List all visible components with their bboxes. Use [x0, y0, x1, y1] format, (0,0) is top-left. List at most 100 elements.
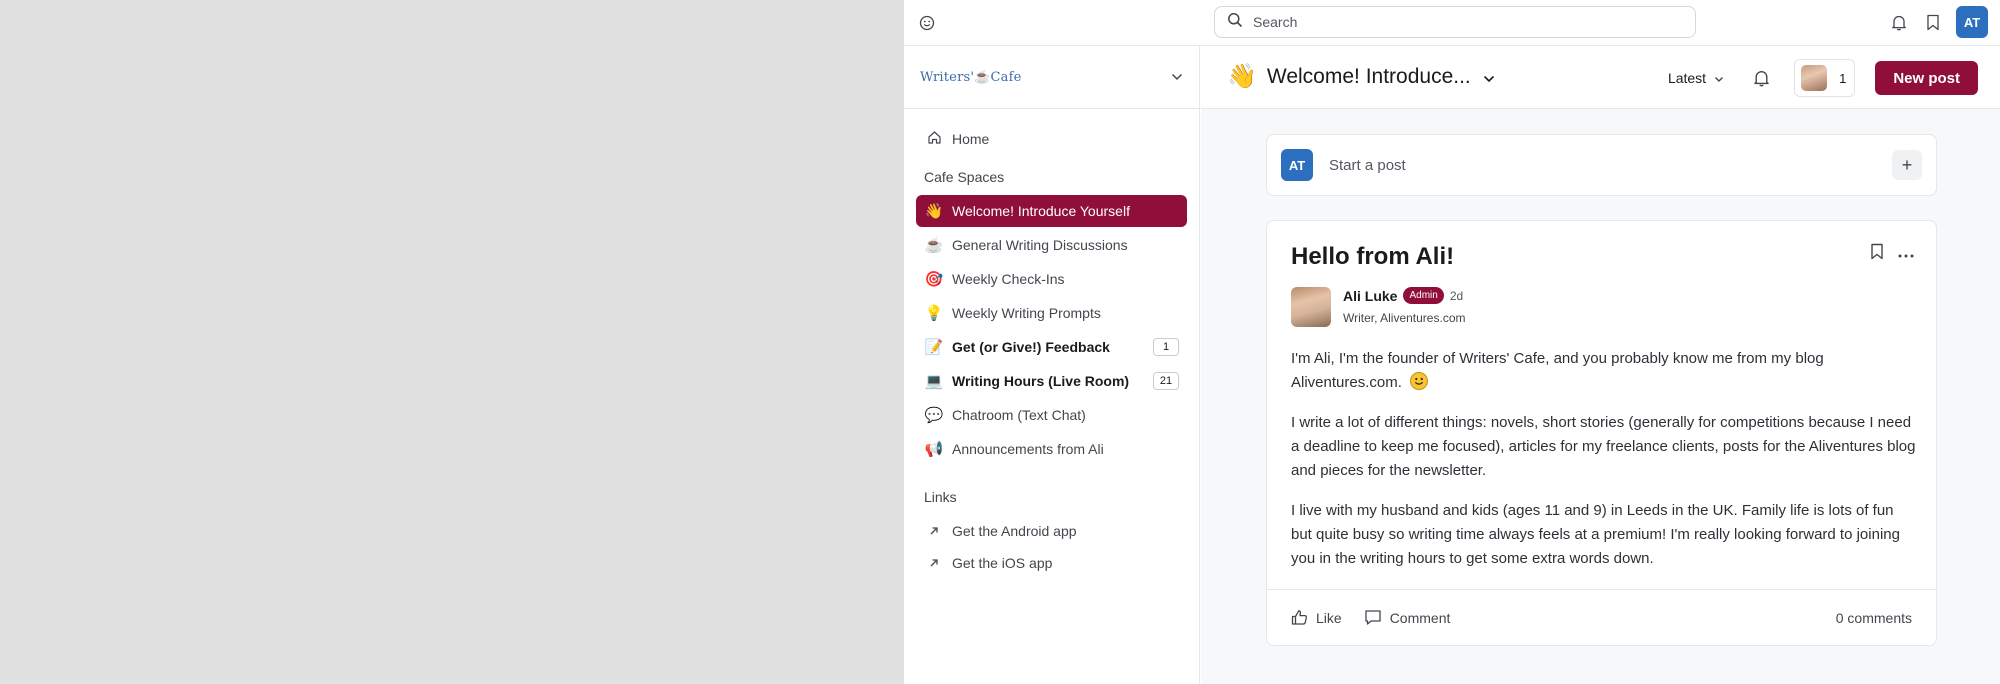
space-emoji-icon: ☕ [924, 237, 944, 254]
composer-placeholder[interactable]: Start a post [1329, 157, 1406, 174]
sidebar-link[interactable]: Get the iOS app [916, 547, 1187, 579]
sidebar-link-label: Get the iOS app [952, 555, 1053, 571]
space-title-dropdown[interactable]: 👋 Welcome! Introduce... [1227, 62, 1495, 91]
comment-button[interactable]: Comment [1364, 609, 1450, 626]
sidebar-link-label: Get the Android app [952, 523, 1077, 539]
sort-dropdown[interactable]: Latest [1668, 70, 1724, 86]
sidebar-item-space[interactable]: 📢 Announcements from Ali [916, 433, 1187, 465]
author-meta: Ali Luke Admin 2d Writer, Aliventures.co… [1343, 287, 1465, 327]
chevron-down-icon [1714, 70, 1724, 86]
sidebar-item-space[interactable]: ☕ General Writing Discussions [916, 229, 1187, 261]
section-title-spaces: Cafe Spaces [924, 169, 1005, 185]
space-emoji-icon: 📢 [924, 441, 944, 458]
space-emoji-icon: 👋 [924, 203, 944, 220]
space-emoji-icon: 💻 [924, 373, 944, 390]
external-link-arrow-icon [924, 556, 944, 571]
space-emoji-icon: 💬 [924, 407, 944, 424]
app-window: AT Writers'☕Cafe Home Cafe Spaces 👋Welco… [904, 0, 2000, 684]
top-bar-actions: AT [1888, 6, 1988, 38]
post-body: I'm Ali, I'm the founder of Writers' Caf… [1291, 347, 1917, 587]
plus-icon[interactable]: + [1892, 150, 1922, 180]
sidebar-item-label: General Writing Discussions [952, 237, 1128, 253]
bookmark-icon[interactable] [1922, 11, 1944, 33]
post-paragraph: I'm Ali, I'm the founder of Writers' Caf… [1291, 347, 1917, 395]
space-title: Welcome! Introduce... [1266, 64, 1471, 88]
chevron-down-icon [1483, 65, 1495, 89]
new-post-button[interactable]: New post [1875, 61, 1978, 95]
sidebar-item-space[interactable]: 👋 Welcome! Introduce Yourself [916, 195, 1187, 227]
post-timestamp: 2d [1449, 288, 1464, 303]
post-paragraph: I live with my husband and kids (ages 11… [1291, 502, 1900, 567]
search-icon [1227, 12, 1243, 33]
post-paragraph-text: I'm Ali, I'm the founder of Writers' Caf… [1291, 350, 1824, 391]
space-emoji-icon: 🎯 [924, 271, 944, 288]
sidebar-item-space[interactable]: 💬 Chatroom (Text Chat) [916, 399, 1187, 431]
spaces-list: 👋 Welcome! Introduce Yourself ☕ General Wri… [916, 195, 1187, 465]
post-actions [1870, 243, 1914, 265]
chevron-down-icon[interactable] [1171, 68, 1183, 86]
sidebar-nav: Home Cafe Spaces 👋 Welcome! Introduce You… [904, 109, 1199, 579]
like-label: Like [1316, 609, 1342, 626]
sidebar-item-space[interactable]: 📝 Get (or Give!) Feedback 1 [916, 331, 1187, 363]
sidebar-item-label: Home [952, 131, 990, 147]
bell-icon[interactable] [1888, 11, 1910, 33]
space-header-actions: Latest 1 New post [1668, 59, 1978, 97]
waving-hand-icon: 👋 [1227, 63, 1257, 90]
sidebar: Writers'☕Cafe Home Cafe Spaces 👋 Welcome!… [904, 46, 1200, 684]
notification-bell-icon[interactable] [1750, 67, 1772, 89]
logo-text-right: Cafe [990, 69, 1022, 85]
smiley-icon[interactable] [916, 12, 938, 34]
search-input[interactable] [1253, 14, 1673, 30]
author-name[interactable]: Ali Luke [1343, 288, 1397, 304]
user-avatar[interactable]: AT [1956, 6, 1988, 38]
sidebar-link[interactable]: Get the Android app [916, 515, 1187, 547]
post-paragraph: I write a lot of different things: novel… [1291, 414, 1916, 479]
comment-icon [1365, 610, 1381, 625]
post-composer[interactable]: AT Start a post + [1266, 134, 1937, 196]
sidebar-item-label: Announcements from Ali [952, 441, 1104, 457]
community-switcher[interactable]: Writers'☕Cafe [904, 46, 1199, 109]
logo-text-left: Writers' [920, 69, 975, 85]
composer-avatar: AT [1281, 149, 1313, 181]
sidebar-item-label: Get (or Give!) Feedback [952, 339, 1110, 355]
main-content: 👋 Welcome! Introduce... Latest 1 New pos… [1201, 46, 2000, 684]
smiley-emoji-icon [1410, 372, 1429, 390]
sidebar-item-label: Weekly Check-Ins [952, 271, 1065, 287]
home-icon [924, 130, 944, 149]
more-options-icon[interactable] [1898, 245, 1914, 263]
thumbs-up-icon [1291, 610, 1307, 625]
sidebar-item-space[interactable]: 🎯 Weekly Check-Ins [916, 263, 1187, 295]
top-bar: AT [904, 0, 2000, 46]
sidebar-item-label: Writing Hours (Live Room) [952, 373, 1130, 389]
cup-icon: ☕ [974, 69, 991, 85]
post-footer: Like Comment 0 comments [1267, 589, 1936, 645]
section-title-links: Links [924, 489, 957, 505]
member-count: 1 [1839, 70, 1847, 86]
members-button[interactable]: 1 [1794, 59, 1856, 97]
comments-count[interactable]: 0 comments [1836, 610, 1912, 626]
sidebar-item-label: Welcome! Introduce Yourself [952, 203, 1130, 219]
author-avatar[interactable] [1291, 287, 1331, 327]
sidebar-item-label: Chatroom (Text Chat) [952, 407, 1086, 423]
post-author: Ali Luke Admin 2d Writer, Aliventures.co… [1291, 287, 1465, 327]
like-button[interactable]: Like [1291, 609, 1342, 626]
unread-count-badge: 21 [1153, 372, 1179, 390]
links-list: Get the Android app Get the iOS app [916, 515, 1187, 579]
author-headline: Writer, Aliventures.com [1343, 311, 1466, 325]
bookmark-icon[interactable] [1870, 243, 1884, 265]
admin-badge: Admin [1403, 287, 1444, 304]
member-avatar [1801, 65, 1828, 91]
search-box[interactable] [1214, 6, 1696, 38]
external-link-arrow-icon [924, 524, 944, 539]
sidebar-item-home[interactable]: Home [916, 123, 1187, 155]
sort-label: Latest [1667, 70, 1707, 86]
sidebar-item-label: Weekly Writing Prompts [952, 305, 1101, 321]
space-header: 👋 Welcome! Introduce... Latest 1 New pos… [1201, 46, 2000, 109]
space-emoji-icon: 📝 [924, 339, 944, 356]
community-logo[interactable]: Writers'☕Cafe [920, 70, 1022, 85]
sidebar-item-space[interactable]: 💻 Writing Hours (Live Room) 21 [916, 365, 1187, 397]
post-card: Hello from Ali! Ali Luke Admin 2d Writer… [1266, 220, 1937, 646]
space-emoji-icon: 💡 [924, 305, 944, 322]
post-title[interactable]: Hello from Ali! [1291, 243, 1454, 271]
sidebar-item-space[interactable]: 💡 Weekly Writing Prompts [916, 297, 1187, 329]
